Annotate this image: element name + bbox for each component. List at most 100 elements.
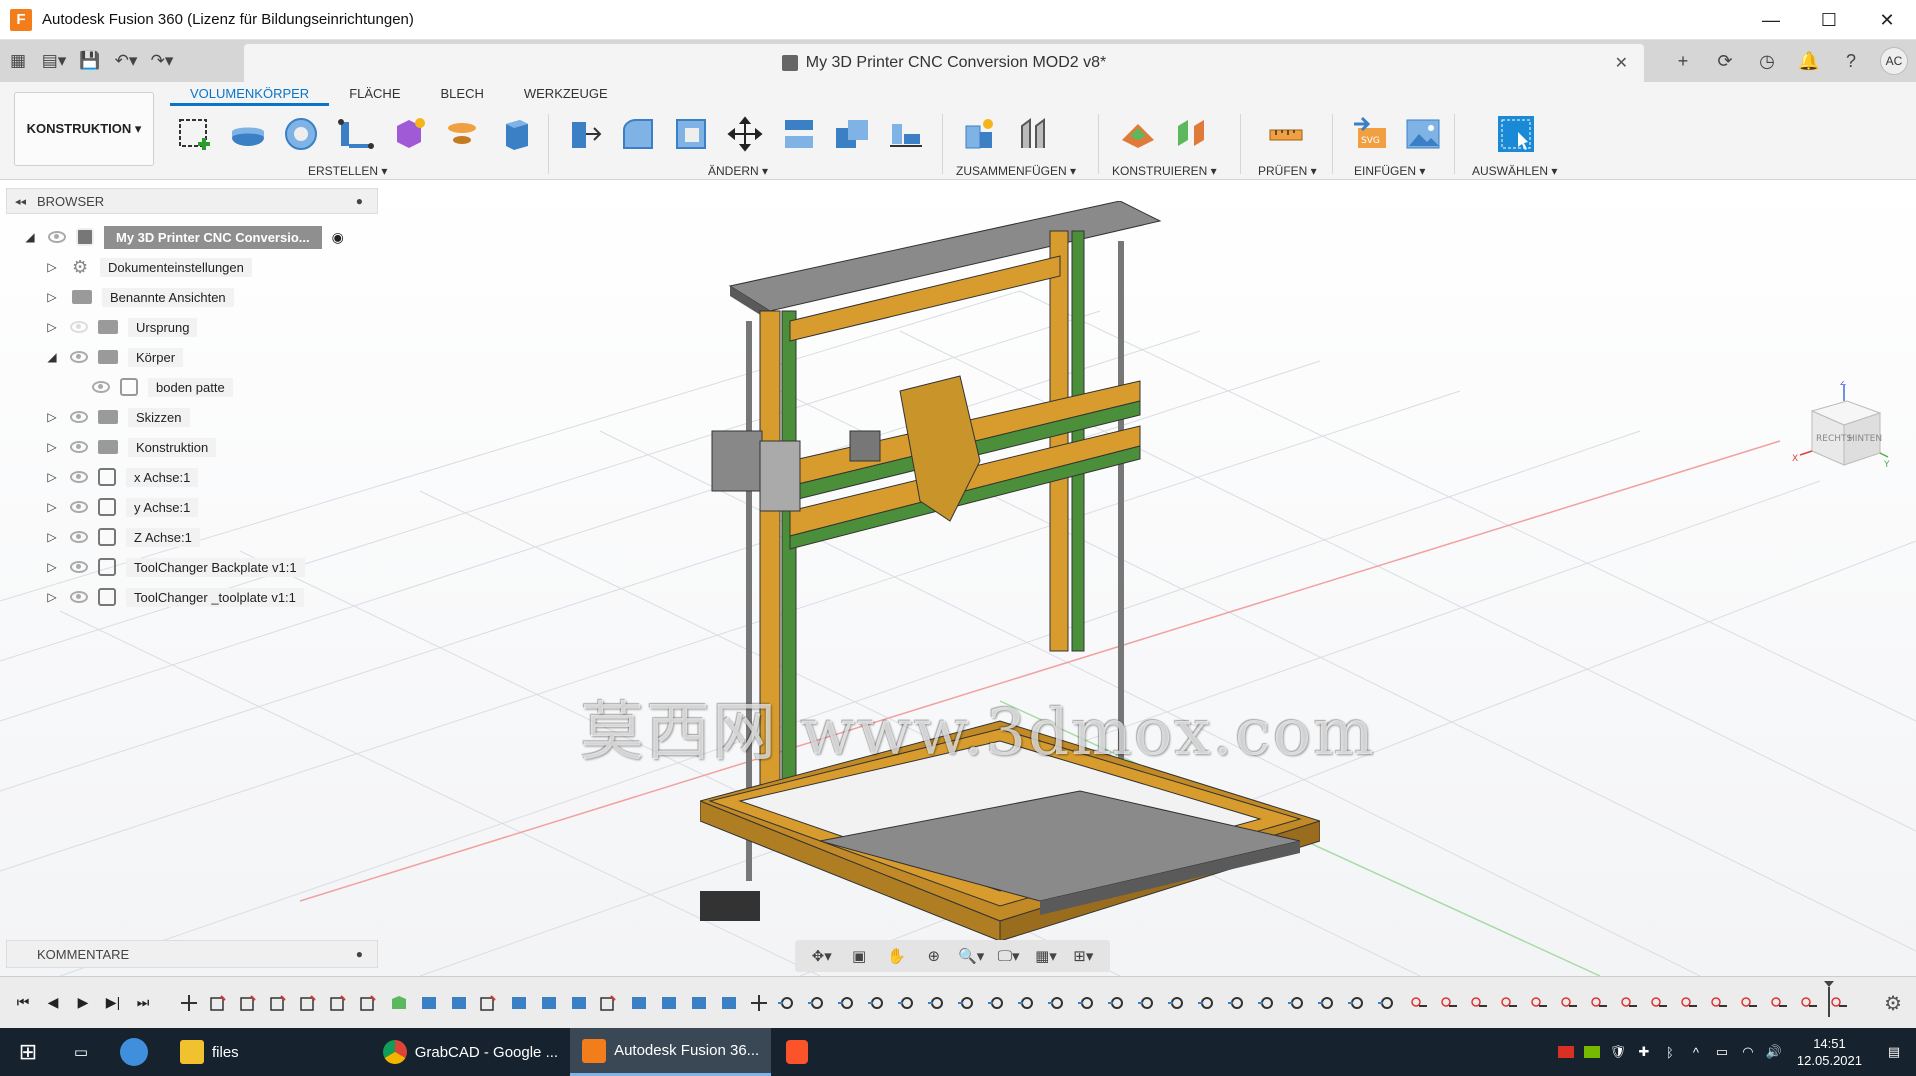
timeline-feature-comp-icon[interactable] xyxy=(1736,992,1762,1014)
timeline-feature-sketch-icon[interactable] xyxy=(206,992,232,1014)
file-menu-icon[interactable]: ▤▾ xyxy=(36,44,72,78)
tray-security-icon[interactable]: ✚ xyxy=(1631,1028,1657,1076)
create-form-icon[interactable] xyxy=(385,111,433,157)
timeline-feature-joint-icon[interactable] xyxy=(986,992,1012,1014)
workspace-switcher[interactable]: KONSTRUKTION ▾ xyxy=(14,92,154,166)
timeline-feature-box-icon[interactable] xyxy=(716,992,742,1014)
tree-item-dokumenteinstellungen[interactable]: ▷ ⚙ Dokumenteinstellungen xyxy=(20,252,380,282)
tree-item-y-achse[interactable]: ▷ y Achse:1 xyxy=(20,492,380,522)
timeline-feature-joint-icon[interactable] xyxy=(776,992,802,1014)
timeline-feature-box-icon[interactable] xyxy=(686,992,712,1014)
new-tab-icon[interactable]: + xyxy=(1662,40,1704,82)
visibility-eye-icon[interactable] xyxy=(70,351,88,363)
expand-triangle-icon[interactable]: ▷ xyxy=(42,590,62,604)
timeline-feature-box-icon[interactable] xyxy=(626,992,652,1014)
printer-model[interactable] xyxy=(700,201,1320,941)
tray-gmail-icon[interactable] xyxy=(1553,1028,1579,1076)
group-label-aendern[interactable]: ÄNDERN ▾ xyxy=(708,164,768,178)
browser-header[interactable]: ◂◂ BROWSER ● xyxy=(6,188,378,214)
tab-blech[interactable]: BLECH xyxy=(421,82,504,106)
tray-battery-icon[interactable]: ▭ xyxy=(1709,1028,1735,1076)
timeline-feature-sketch-icon[interactable] xyxy=(356,992,382,1014)
group-label-konstruieren[interactable]: KONSTRUIEREN ▾ xyxy=(1112,164,1217,178)
collapse-browser-icon[interactable]: ◂◂ xyxy=(15,195,26,208)
viewcube[interactable]: RECHTS HINTEN Z X Y xyxy=(1792,381,1892,481)
timeline-feature-comp-icon[interactable] xyxy=(1496,992,1522,1014)
group-label-auswaehlen[interactable]: AUSWÄHLEN ▾ xyxy=(1472,164,1557,178)
timeline-feature-joint-icon[interactable] xyxy=(1046,992,1072,1014)
timeline-first-icon[interactable]: ⏮ xyxy=(8,988,38,1018)
visibility-eye-icon[interactable] xyxy=(92,381,110,393)
timeline-feature-joint-icon[interactable] xyxy=(1196,992,1222,1014)
timeline-feature-joint-icon[interactable] xyxy=(926,992,952,1014)
joint-icon[interactable] xyxy=(1010,111,1058,157)
visibility-eye-icon[interactable] xyxy=(70,561,88,573)
tray-volume-icon[interactable]: 🔊 xyxy=(1761,1028,1787,1076)
timeline-feature-comp-icon[interactable] xyxy=(1526,992,1552,1014)
tab-flaeche[interactable]: FLÄCHE xyxy=(329,82,420,106)
timeline-feature-joint-icon[interactable] xyxy=(836,992,862,1014)
extrude-icon[interactable] xyxy=(224,111,272,157)
create-sketch-icon[interactable] xyxy=(170,111,218,157)
tab-volumenkoerper[interactable]: VOLUMENKÖRPER xyxy=(170,82,330,106)
visibility-eye-icon[interactable] xyxy=(70,501,88,513)
job-status-icon[interactable]: ◷ xyxy=(1746,40,1788,82)
timeline-feature-comp-icon[interactable] xyxy=(1406,992,1432,1014)
expand-triangle-icon[interactable]: ▷ xyxy=(42,500,62,514)
timeline-feature-joint-icon[interactable] xyxy=(1346,992,1372,1014)
zoom-icon[interactable]: ⊕ xyxy=(920,945,948,967)
timeline-settings-gear-icon[interactable]: ⚙ xyxy=(1884,991,1902,1016)
timeline-feature-joint-icon[interactable] xyxy=(866,992,892,1014)
browser-pin-icon[interactable]: ● xyxy=(356,194,363,208)
timeline-feature-joint-icon[interactable] xyxy=(1226,992,1252,1014)
expand-triangle-icon[interactable]: ▷ xyxy=(42,260,62,274)
redo-icon[interactable]: ↷▾ xyxy=(144,44,180,78)
comments-panel[interactable]: KOMMENTARE ● xyxy=(6,940,378,968)
timeline-feature-comp-icon[interactable] xyxy=(1676,992,1702,1014)
visibility-eye-icon[interactable] xyxy=(48,231,66,243)
timeline-feature-joint-icon[interactable] xyxy=(806,992,832,1014)
sweep-icon[interactable] xyxy=(331,111,379,157)
visibility-eye-off-icon[interactable] xyxy=(70,321,88,333)
orbit-icon[interactable]: ✥▾ xyxy=(808,945,836,967)
press-pull-icon[interactable] xyxy=(560,111,608,157)
tray-shield-icon[interactable]: 🛡 xyxy=(1605,1028,1631,1076)
group-label-pruefen[interactable]: PRÜFEN ▾ xyxy=(1258,164,1317,178)
close-tab-icon[interactable]: ✕ xyxy=(1615,53,1628,73)
activate-radio-icon[interactable]: ◉ xyxy=(332,229,344,246)
edge-browser-icon[interactable] xyxy=(106,1028,162,1076)
timeline-feature-box-icon[interactable] xyxy=(566,992,592,1014)
apps-grid-icon[interactable]: ▦ xyxy=(0,44,36,78)
tree-item-skizzen[interactable]: ▷ Skizzen xyxy=(20,402,380,432)
timeline-last-icon[interactable]: ⏭ xyxy=(128,988,158,1018)
expand-triangle-icon[interactable]: ▷ xyxy=(42,320,62,334)
tree-item-z-achse[interactable]: ▷ Z Achse:1 xyxy=(20,522,380,552)
midplane-icon[interactable] xyxy=(1168,111,1216,157)
viewports-icon[interactable]: ⊞▾ xyxy=(1069,945,1097,967)
combine-icon[interactable] xyxy=(829,111,877,157)
timeline-feature-box-icon[interactable] xyxy=(536,992,562,1014)
box-icon[interactable] xyxy=(492,111,540,157)
timeline-next-icon[interactable]: ▶| xyxy=(98,988,128,1018)
timeline-feature-joint-icon[interactable] xyxy=(1106,992,1132,1014)
expand-triangle-icon[interactable]: ▷ xyxy=(42,470,62,484)
timeline-feature-sketch-icon[interactable] xyxy=(266,992,292,1014)
revolve-icon[interactable] xyxy=(277,111,325,157)
insert-canvas-icon[interactable] xyxy=(1399,111,1446,157)
group-label-einfuegen[interactable]: EINFÜGEN ▾ xyxy=(1354,164,1425,178)
timeline-feature-joint-icon[interactable] xyxy=(1076,992,1102,1014)
timeline-feature-box-icon[interactable] xyxy=(416,992,442,1014)
tree-item-x-achse[interactable]: ▷ x Achse:1 xyxy=(20,462,380,492)
timeline-play-icon[interactable]: ▶ xyxy=(68,988,98,1018)
timeline-feature-comp-icon[interactable] xyxy=(1766,992,1792,1014)
group-label-zusammenfuegen[interactable]: ZUSAMMENFÜGEN ▾ xyxy=(956,164,1076,178)
timeline-feature-comp-icon[interactable] xyxy=(1556,992,1582,1014)
help-icon[interactable]: ? xyxy=(1830,40,1872,82)
timeline-feature-box-icon[interactable] xyxy=(446,992,472,1014)
select-icon[interactable] xyxy=(1492,111,1540,157)
timeline-feature-box-icon[interactable] xyxy=(656,992,682,1014)
timeline-prev-icon[interactable]: ◀ xyxy=(38,988,68,1018)
measure-icon[interactable] xyxy=(1262,111,1310,157)
visibility-eye-icon[interactable] xyxy=(70,411,88,423)
tree-item-ursprung[interactable]: ▷ Ursprung xyxy=(20,312,380,342)
